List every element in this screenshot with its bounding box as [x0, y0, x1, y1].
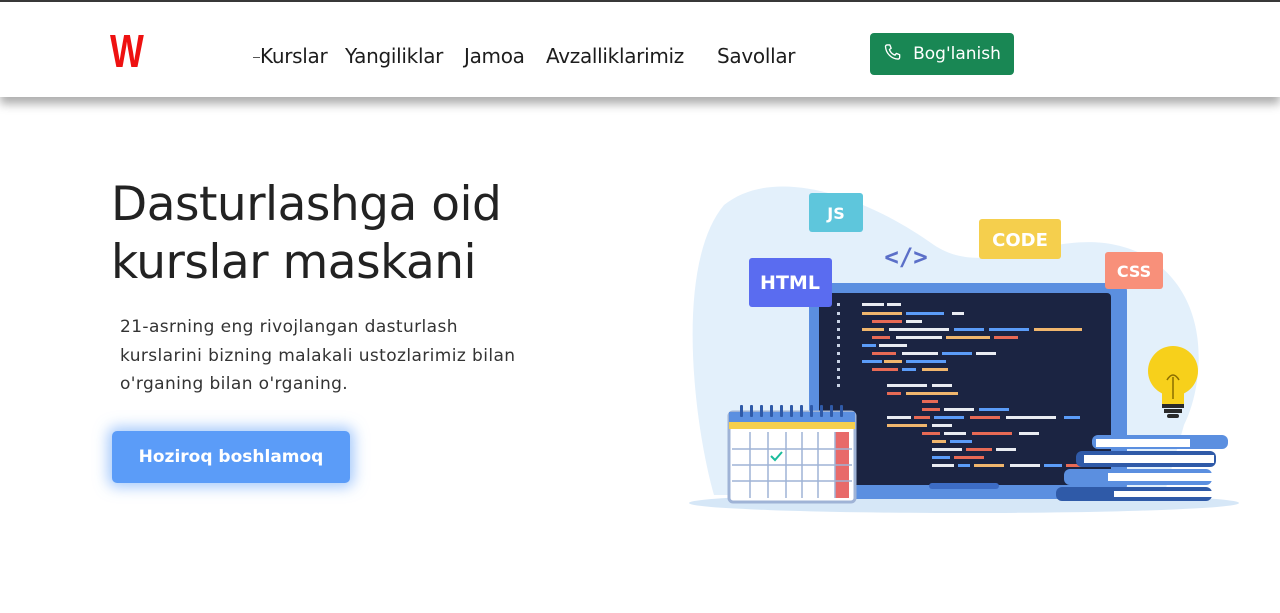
- logo[interactable]: W: [110, 28, 144, 74]
- hero-description-line2: kurslarini bizning malakali ustozlarimiz…: [120, 345, 516, 366]
- nav-separator: [253, 57, 260, 58]
- brackets-symbol: </>: [884, 243, 927, 271]
- hero-description: 21-asrning eng rivojlangan dasturlash ku…: [120, 313, 560, 399]
- nav-link-jamoa[interactable]: Jamoa: [464, 43, 525, 69]
- hero-description-line1: 21-asrning eng rivojlangan dasturlash: [120, 317, 458, 337]
- hero-title-line1: Dasturlashga oid: [111, 177, 502, 232]
- nav-link-yangiliklar[interactable]: Yangiliklar: [345, 43, 443, 69]
- hero-description-line3: o'rganing bilan o'rganing.: [120, 374, 349, 394]
- js-tag-label: JS: [826, 204, 844, 223]
- phone-icon: [883, 42, 903, 67]
- css-tag-label: CSS: [1117, 262, 1151, 281]
- code-tag-label: CODE: [992, 230, 1048, 251]
- nav-link-avzalliklarimiz[interactable]: Avzalliklarimiz: [546, 43, 684, 69]
- hero-title-line2: kurslar maskani: [111, 235, 477, 290]
- nav-link-kurslar[interactable]: Kurslar: [260, 43, 328, 69]
- calendar-icon: [727, 405, 857, 504]
- nav-link-savollar[interactable]: Savollar: [717, 43, 796, 69]
- coding-illustration: JS CODE </> HTML CSS: [684, 175, 1244, 520]
- start-now-button[interactable]: Hoziroq boshlamoq: [112, 431, 350, 483]
- navbar: W Kurslar Yangiliklar Jamoa Avzalliklari…: [0, 2, 1280, 97]
- contact-button-label: Bog'lanish: [913, 44, 1001, 64]
- contact-button[interactable]: Bog'lanish: [870, 33, 1014, 75]
- hero-title: Dasturlashga oid kurslar maskani: [111, 176, 571, 292]
- html-tag-label: HTML: [760, 272, 820, 294]
